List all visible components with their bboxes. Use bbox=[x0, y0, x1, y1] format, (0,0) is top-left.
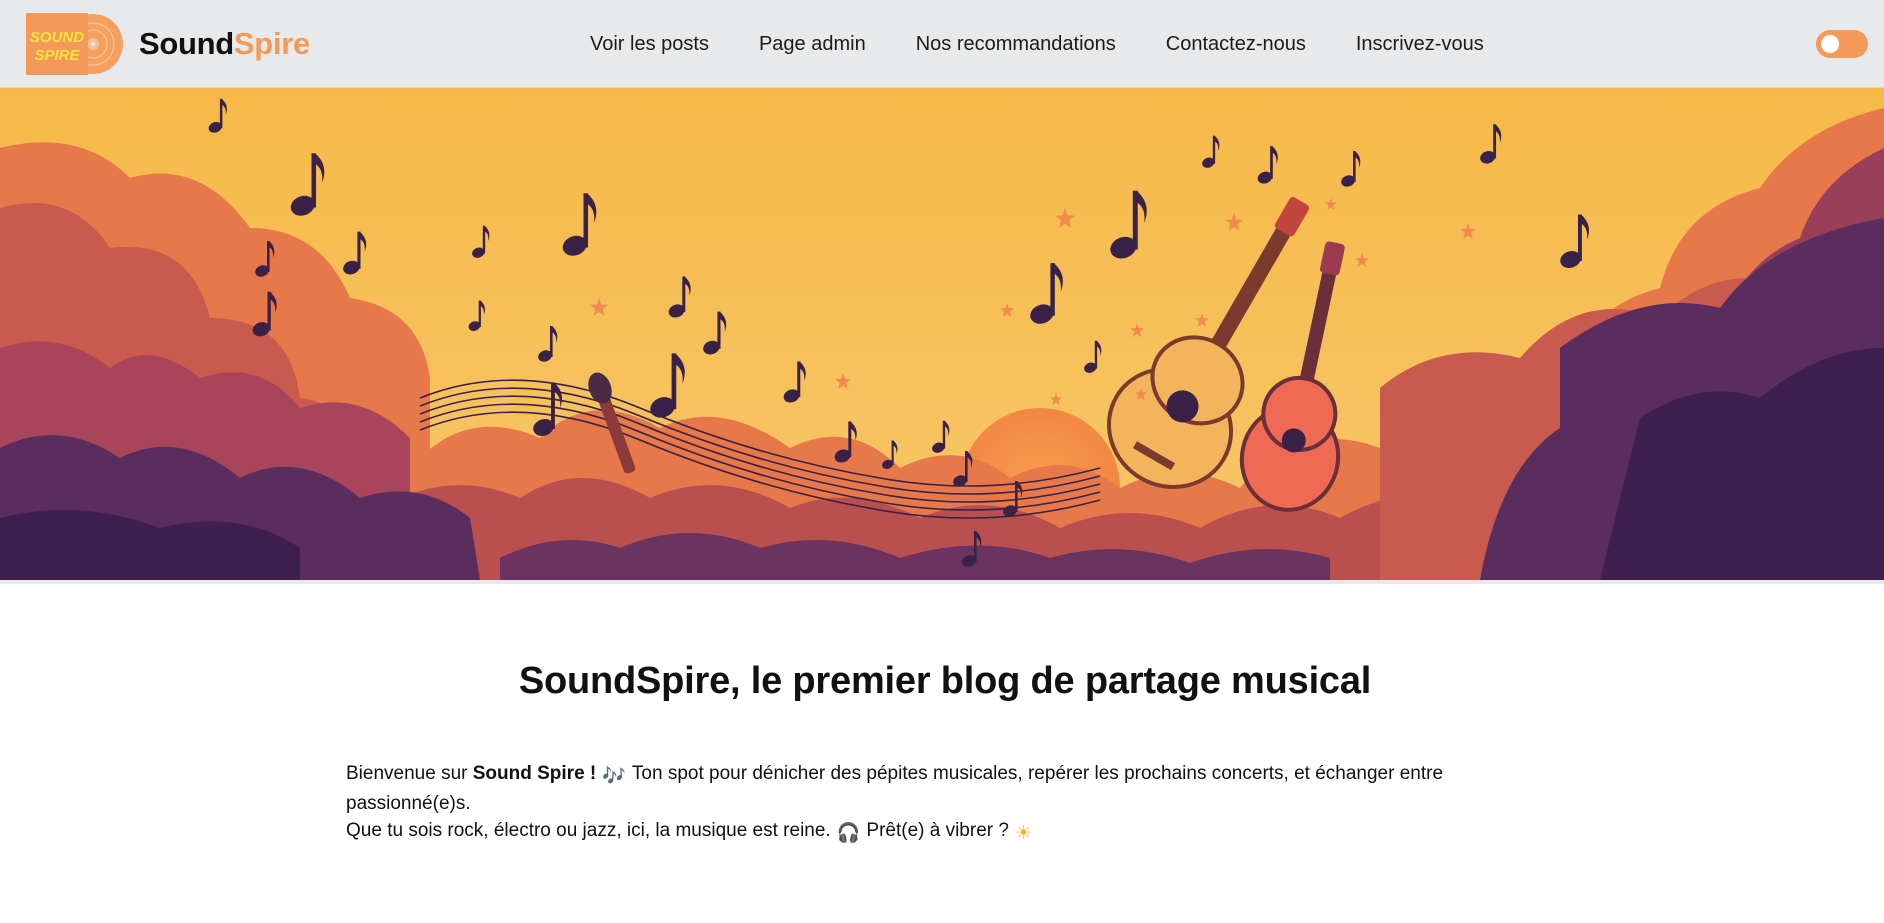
nav-page-admin[interactable]: Page admin bbox=[759, 33, 866, 56]
main-navigation: Voir les posts Page admin Nos recommanda… bbox=[590, 0, 1484, 88]
sun-icon: ☀ bbox=[1014, 823, 1032, 844]
toggle-switch-icon bbox=[1821, 35, 1839, 53]
site-name: Sound Spire ! bbox=[472, 763, 597, 784]
welcome-prefix: Bienvenue sur bbox=[346, 763, 468, 784]
svg-text:SPIRE: SPIRE bbox=[34, 47, 80, 64]
headphones-icon: 🎧 bbox=[836, 823, 861, 844]
nav-inscrivez-vous[interactable]: Inscrivez-vous bbox=[1356, 33, 1484, 56]
hero-divider bbox=[0, 580, 1884, 584]
top-navbar: SOUND SPIRE SoundSpire Voir les posts Pa… bbox=[0, 0, 1884, 88]
nav-voir-les-posts[interactable]: Voir les posts bbox=[590, 33, 709, 56]
brand-name: SoundSpire bbox=[139, 26, 310, 62]
hero-banner-image bbox=[0, 88, 1884, 580]
svg-text:SOUND: SOUND bbox=[30, 29, 84, 46]
intro-line-2-text: Que tu sois rock, électro ou jazz, ici, … bbox=[346, 820, 831, 841]
intro-line-2-question: Prêt(e) à vibrer ? bbox=[866, 820, 1009, 841]
theme-toggle-switch[interactable] bbox=[1816, 30, 1868, 58]
intro-text: Bienvenue sur Sound Spire ! 🎶 Ton spot pou… bbox=[346, 760, 1506, 847]
nav-contactez-nous[interactable]: Contactez-nous bbox=[1166, 33, 1306, 56]
intro-line-1: Bienvenue sur Sound Spire ! 🎶 Ton spot pou… bbox=[346, 760, 1506, 817]
brand-home-link[interactable]: SOUND SPIRE SoundSpire bbox=[26, 13, 310, 75]
music-notes-icon: 🎶 bbox=[602, 766, 626, 787]
soundspire-logo-icon: SOUND SPIRE bbox=[26, 13, 124, 75]
intro-line-2: Que tu sois rock, électro ou jazz, ici, … bbox=[346, 817, 1506, 847]
nav-nos-recommandations[interactable]: Nos recommandations bbox=[916, 33, 1116, 56]
brand-name-spire: Spire bbox=[233, 26, 310, 61]
page-title: SoundSpire, le premier blog de partage m… bbox=[518, 660, 1372, 702]
brand-name-sound: Sound bbox=[139, 26, 234, 61]
